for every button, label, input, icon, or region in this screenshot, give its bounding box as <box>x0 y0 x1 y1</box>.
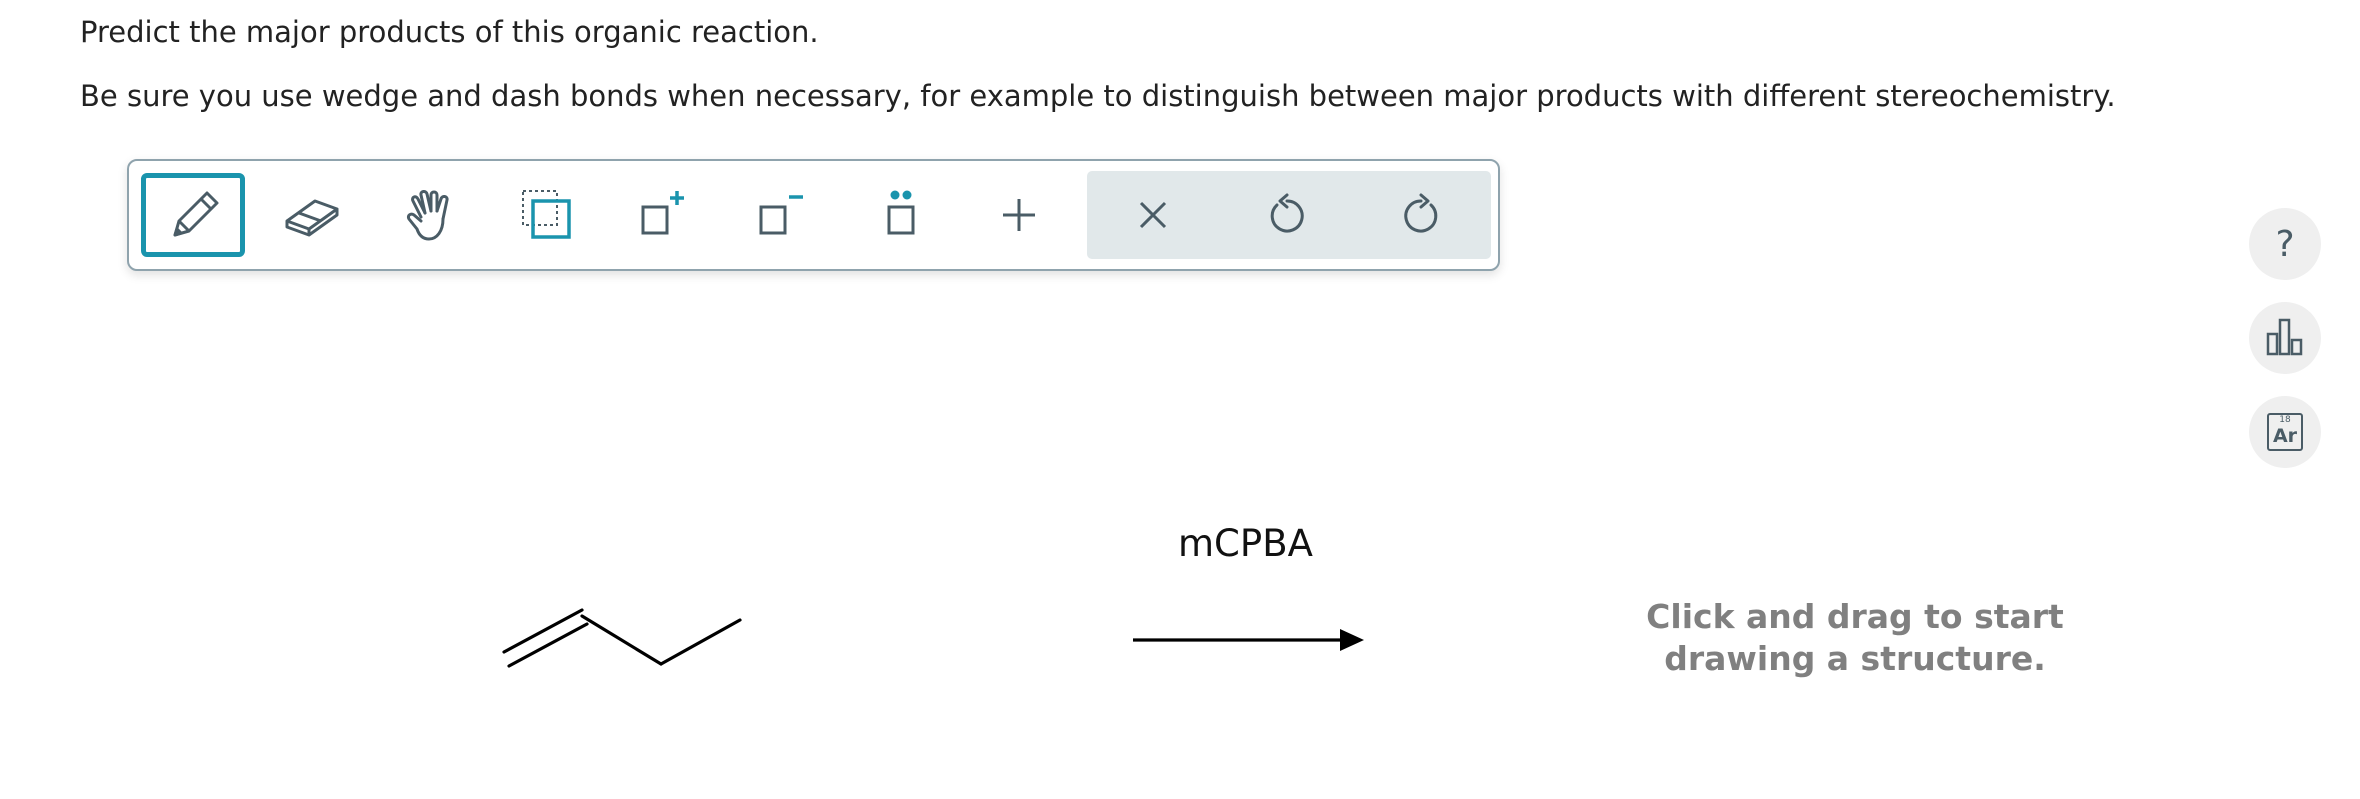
single-bond-1 <box>580 614 663 666</box>
product-drawing-area[interactable]: Click and drag to start drawing a struct… <box>1630 596 2080 680</box>
reagent-label: mCPBA <box>1178 522 1313 565</box>
double-bond-line-1 <box>502 608 584 654</box>
placeholder-line-2: drawing a structure. <box>1664 639 2046 678</box>
single-bond-2 <box>659 618 742 666</box>
reaction-arrow <box>1133 629 1364 651</box>
double-bond-line-2 <box>507 622 589 668</box>
reactant-structure <box>502 608 742 668</box>
placeholder-line-1: Click and drag to start <box>1646 597 2064 636</box>
